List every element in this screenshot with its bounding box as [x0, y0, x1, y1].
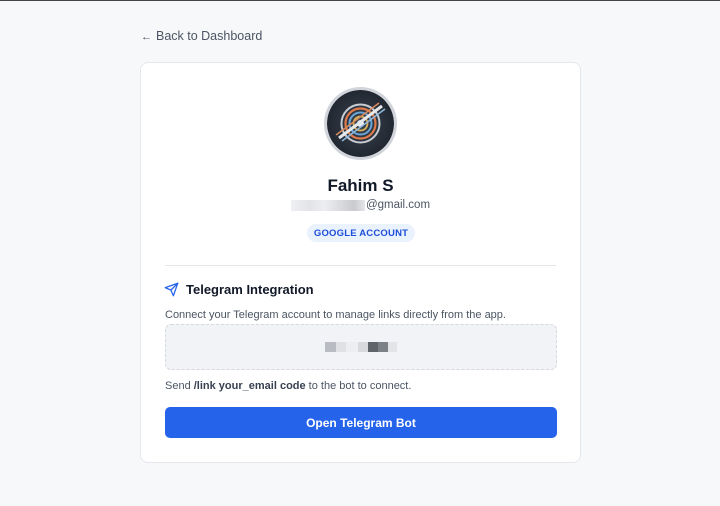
- back-link-label: Back to Dashboard: [156, 29, 263, 43]
- link-code-box[interactable]: [165, 324, 557, 370]
- telegram-section-header: Telegram Integration: [164, 282, 314, 297]
- back-to-dashboard-link[interactable]: ← Back to Dashboard: [141, 29, 262, 43]
- telegram-description: Connect your Telegram account to manage …: [165, 309, 506, 321]
- profile-card: Fahim S @gmail.com GOOGLE ACCOUNT Telegr…: [140, 62, 581, 463]
- avatar: [324, 87, 397, 160]
- account-type-badge: GOOGLE ACCOUNT: [307, 224, 415, 242]
- redacted-email-block: [290, 199, 365, 211]
- paper-plane-icon: [164, 282, 179, 297]
- abstract-swirl-avatar-icon: [327, 90, 394, 157]
- telegram-title: Telegram Integration: [186, 282, 314, 297]
- hint-prefix: Send: [165, 380, 194, 392]
- user-name: Fahim S: [327, 176, 394, 195]
- link-command: /link your_email code: [193, 380, 306, 392]
- email-domain: @gmail.com: [365, 199, 431, 211]
- window-top-border: [0, 0, 720, 1]
- redacted-link-code: [325, 342, 397, 352]
- connect-instructions: Send /link your_email code to the bot to…: [165, 380, 411, 392]
- hint-suffix: to the bot to connect.: [305, 380, 412, 392]
- user-email: @gmail.com: [141, 199, 580, 211]
- section-divider: [165, 265, 556, 266]
- back-arrow-icon: ←: [141, 31, 152, 43]
- open-telegram-bot-button[interactable]: Open Telegram Bot: [165, 407, 557, 438]
